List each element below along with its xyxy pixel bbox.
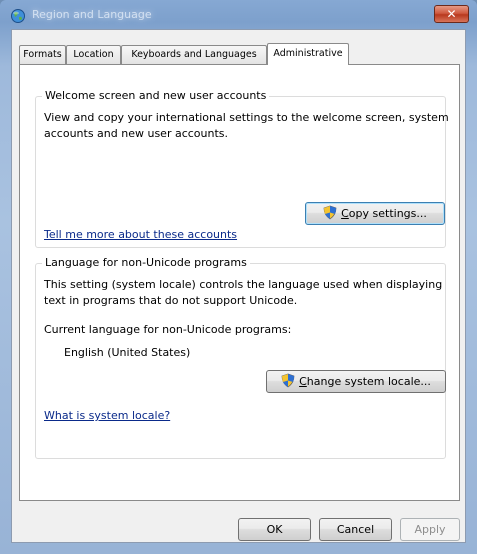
tab-location[interactable]: Location <box>66 45 121 64</box>
uac-shield-icon <box>281 373 295 395</box>
copy-settings-button[interactable]: Copy settings... <box>305 202 445 225</box>
what-is-system-locale-link[interactable]: What is system locale? <box>44 408 170 424</box>
uac-shield-icon <box>323 205 337 227</box>
title-bar[interactable]: Region and Language ✕ <box>0 0 477 30</box>
copy-settings-label: opy settings... <box>348 207 427 220</box>
globe-icon <box>10 8 26 24</box>
ok-button[interactable]: OK <box>238 518 311 541</box>
welcome-group-title: Welcome screen and new user accounts <box>42 89 270 102</box>
dialog-client-area: Formats Location Keyboards and Languages… <box>11 29 466 543</box>
change-locale-label: hange system locale... <box>306 375 431 388</box>
cancel-button[interactable]: Cancel <box>319 518 392 541</box>
close-button[interactable]: ✕ <box>434 5 469 23</box>
current-language-value: English (United States) <box>64 346 191 359</box>
administrative-tab-panel: Welcome screen and new user accounts Vie… <box>19 64 460 501</box>
change-locale-accelerator: C <box>299 375 307 388</box>
welcome-description-line1: View and copy your international setting… <box>44 111 449 124</box>
close-icon: ✕ <box>446 7 457 21</box>
apply-button[interactable]: Apply <box>400 518 460 541</box>
change-system-locale-button[interactable]: Change system locale... <box>266 370 446 393</box>
non-unicode-description-line2: text in programs that do not support Uni… <box>44 294 298 307</box>
non-unicode-group-title: Language for non-Unicode programs <box>42 256 250 269</box>
tab-formats[interactable]: Formats <box>19 45 66 64</box>
dialog-window: Region and Language ✕ Formats Location K… <box>0 0 477 554</box>
non-unicode-description-line1: This setting (system locale) controls th… <box>44 278 443 291</box>
current-language-label: Current language for non-Unicode program… <box>44 323 292 336</box>
tab-administrative[interactable]: Administrative <box>267 43 349 65</box>
copy-settings-accelerator: C <box>341 207 349 220</box>
tell-me-more-link[interactable]: Tell me more about these accounts <box>44 227 237 243</box>
welcome-description-line2: accounts and new user accounts. <box>44 127 229 140</box>
window-title: Region and Language <box>32 8 152 21</box>
tab-keyboards-and-languages[interactable]: Keyboards and Languages <box>121 45 267 64</box>
